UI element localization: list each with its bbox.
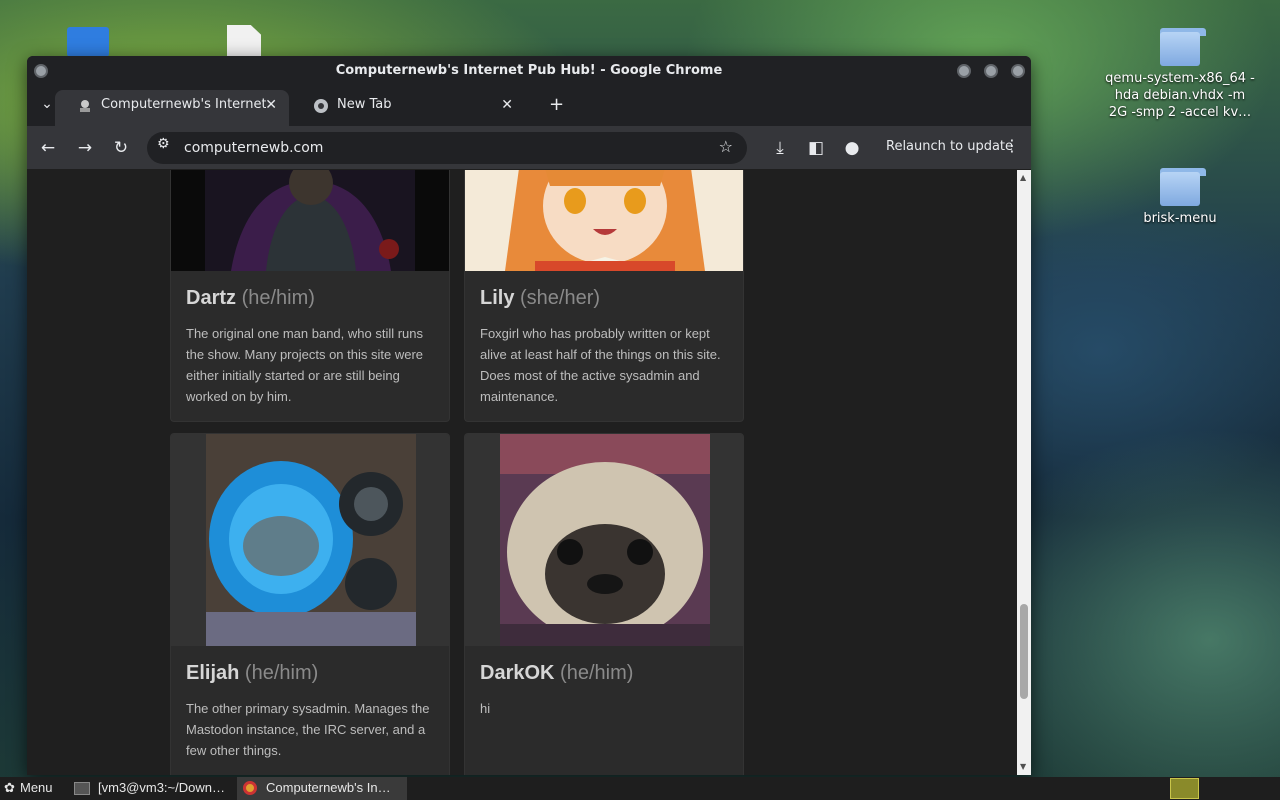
side-panel-icon[interactable]: ◧ xyxy=(804,136,828,160)
member-card-lily: Lily (she/her) Foxgirl who has probably … xyxy=(464,170,744,422)
folder-icon xyxy=(1160,166,1206,206)
tab-strip: ⌄ Computernewb's Internet Pub Hub! ✕ New… xyxy=(27,86,1031,126)
chrome-menu-kebab-icon[interactable]: ⋮ xyxy=(1004,136,1020,155)
taskbar-item-chrome[interactable]: Computernewb's In… xyxy=(266,780,391,795)
page-viewport: Dartz (he/him) The original one man band… xyxy=(27,170,1017,775)
scroll-down-arrow-icon[interactable]: ▼ xyxy=(1020,762,1026,771)
minimize-button[interactable] xyxy=(957,64,971,78)
new-tab-plus-icon[interactable]: + xyxy=(549,94,564,115)
bookmark-star-icon[interactable]: ☆ xyxy=(719,137,733,156)
tab-search-chevron-icon[interactable]: ⌄ xyxy=(39,96,55,112)
tab-label: New Tab xyxy=(337,97,392,112)
menu-button[interactable]: Menu xyxy=(20,780,53,795)
tray-chrome-icon[interactable] xyxy=(1170,778,1199,799)
member-name-text: Lily xyxy=(480,287,515,309)
window-title: Computernewb's Internet Pub Hub! - Googl… xyxy=(335,63,723,78)
chrome-icon xyxy=(243,781,257,795)
desktop-item-brisk-menu[interactable]: brisk-menu xyxy=(1105,166,1255,227)
desktop-file-icon-partial[interactable] xyxy=(227,25,261,57)
member-description: The other primary sysadmin. Manages the … xyxy=(186,701,430,758)
member-card-dartz: Dartz (he/him) The original one man band… xyxy=(170,170,450,422)
browser-toolbar: ← → ↻ ⚙ computernewb.com ☆ ⤓ ◧ ● Relaunc… xyxy=(27,126,1031,170)
member-card-darkok: DarkOK (he/him) hi xyxy=(464,433,744,775)
member-name-text: DarkOK xyxy=(480,662,555,684)
member-card-elijah: Elijah (he/him) The other primary sysadm… xyxy=(170,433,450,775)
menu-logo-icon[interactable]: ✿ xyxy=(4,780,15,796)
folder-icon xyxy=(1160,26,1206,66)
site-favicon-icon xyxy=(80,100,90,112)
desktop-item-label: qemu-system-x86_64 -hda debian.vhdx -m 2… xyxy=(1105,71,1255,120)
taskbar-item-terminal[interactable]: [vm3@vm3:~/Down… xyxy=(98,780,225,795)
member-description: The original one man band, who still run… xyxy=(186,326,424,404)
tab-computernewb[interactable]: Computernewb's Internet Pub Hub! ✕ xyxy=(55,90,289,126)
close-window-button[interactable] xyxy=(1011,64,1025,78)
back-arrow-icon[interactable]: ← xyxy=(36,136,60,160)
member-pronouns: (he/him) xyxy=(244,662,319,684)
elijah-avatar-image xyxy=(171,434,449,646)
member-name-text: Elijah xyxy=(186,662,240,684)
lily-avatar-image xyxy=(465,170,743,271)
desktop-folder-icon-partial[interactable] xyxy=(67,27,109,57)
dartz-avatar-image xyxy=(171,170,449,271)
desktop-item-qemu[interactable]: qemu-system-x86_64 -hda debian.vhdx -m 2… xyxy=(1105,26,1255,121)
member-pronouns: (he/him) xyxy=(241,287,315,309)
taskbar: ✿ Menu [vm3@vm3:~/Down… Computernewb's I… xyxy=(0,777,1280,800)
member-name: DarkOK (he/him) xyxy=(480,662,633,685)
member-description: Foxgirl who has probably written or kept… xyxy=(480,326,721,404)
window-titlebar[interactable]: Computernewb's Internet Pub Hub! - Googl… xyxy=(27,56,1031,86)
download-icon[interactable]: ⤓ xyxy=(768,136,792,160)
page-scrollbar[interactable]: ▲ ▼ xyxy=(1017,170,1031,775)
relaunch-button[interactable]: Relaunch to update xyxy=(886,139,1013,154)
tab-close-icon[interactable]: ✕ xyxy=(265,90,277,120)
member-name: Dartz (he/him) xyxy=(186,287,315,310)
scroll-up-arrow-icon[interactable]: ▲ xyxy=(1020,173,1026,182)
darkok-avatar-image xyxy=(465,434,743,646)
scrollbar-thumb[interactable] xyxy=(1020,604,1028,699)
member-name-text: Dartz xyxy=(186,287,237,309)
chrome-window: Computernewb's Internet Pub Hub! - Googl… xyxy=(27,56,1031,775)
member-name: Elijah (he/him) xyxy=(186,662,318,685)
address-bar[interactable]: ⚙ computernewb.com ☆ xyxy=(147,132,747,164)
chrome-favicon-icon xyxy=(314,99,328,113)
reload-icon[interactable]: ↻ xyxy=(109,136,133,160)
url-text[interactable]: computernewb.com xyxy=(184,140,323,156)
member-description: hi xyxy=(480,701,491,716)
site-settings-icon[interactable]: ⚙ xyxy=(157,136,170,152)
desktop-item-label: brisk-menu xyxy=(1143,211,1217,226)
profile-icon[interactable]: ● xyxy=(840,136,864,160)
tab-new-tab[interactable]: New Tab ✕ xyxy=(291,90,525,126)
forward-arrow-icon[interactable]: → xyxy=(73,136,97,160)
terminal-icon xyxy=(74,782,90,795)
tab-label: Computernewb's Internet Pub Hub! xyxy=(101,97,266,112)
member-name: Lily (she/her) xyxy=(480,287,600,310)
member-pronouns: (she/her) xyxy=(520,287,601,309)
maximize-button[interactable] xyxy=(984,64,998,78)
tab-close-icon[interactable]: ✕ xyxy=(501,90,513,120)
member-pronouns: (he/him) xyxy=(560,662,634,684)
